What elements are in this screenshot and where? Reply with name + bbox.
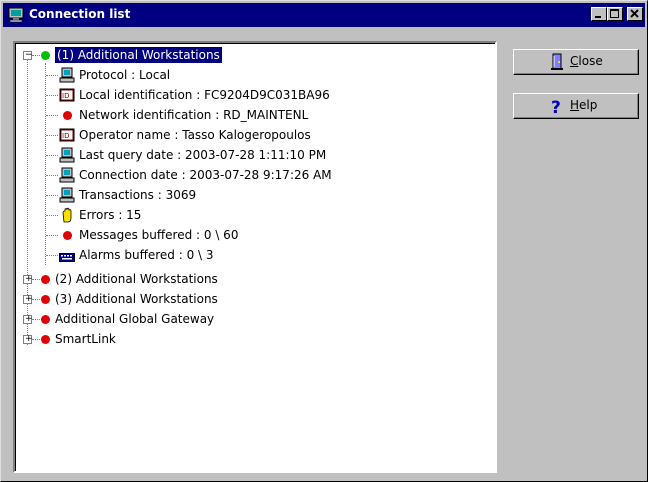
expand-toggle[interactable]: + <box>23 315 33 324</box>
computer-icon <box>59 67 75 83</box>
tree-node-label: (3) Additional Workstations <box>55 292 218 306</box>
red-status-icon <box>41 315 50 324</box>
expand-toggle[interactable]: + <box>23 295 33 304</box>
tree-connector <box>46 95 58 96</box>
tree-connector <box>46 115 58 116</box>
tree-connector <box>32 319 40 320</box>
question-mark-icon: ? <box>551 98 561 115</box>
red-status-icon <box>41 335 50 344</box>
svg-text:ID: ID <box>62 132 69 140</box>
svg-text:?: ? <box>551 98 561 115</box>
expand-toggle[interactable]: + <box>23 335 33 344</box>
maximize-button[interactable] <box>607 7 623 21</box>
title-bar[interactable]: Connection list <box>3 3 645 27</box>
tree-child-label: Operator name : Tasso Kalogeropoulos <box>79 128 311 142</box>
tree-connector <box>32 55 40 56</box>
red-status-icon <box>63 231 72 240</box>
accelerator-key: H <box>570 98 580 112</box>
id-card-icon: ID <box>59 128 75 142</box>
keyboard-icon <box>59 253 75 262</box>
tree-connector <box>32 299 40 300</box>
id-card-icon: ID <box>59 88 75 102</box>
tree-connector <box>46 75 58 76</box>
tree-child-label: Protocol : Local <box>79 68 171 82</box>
tree-node-workstation-1[interactable]: − (1) Additional Workstations <box>15 47 495 63</box>
tree-child-label: Local identification : FC9204D9C031BA96 <box>79 88 330 102</box>
computer-icon <box>59 147 75 163</box>
tree-connector <box>46 195 58 196</box>
minimize-icon <box>595 16 601 18</box>
tree-connector <box>46 175 58 176</box>
tree-child-label: Errors : 15 <box>79 208 142 222</box>
warning-hand-icon <box>62 207 72 223</box>
tree-connector <box>46 155 58 156</box>
collapse-toggle[interactable]: − <box>23 51 33 60</box>
minimize-button[interactable] <box>591 7 607 21</box>
tree-node-label: Additional Global Gateway <box>55 312 215 326</box>
close-button-label: Close <box>570 54 603 68</box>
tree-child-label: Messages buffered : 0 \ 60 <box>79 228 239 242</box>
help-button[interactable]: ? Help <box>513 93 639 119</box>
tree-connector <box>32 339 40 340</box>
tree-connector <box>46 215 58 216</box>
red-status-icon <box>63 111 72 120</box>
label-text: elp <box>579 98 598 112</box>
tree-connector <box>46 135 58 136</box>
green-status-icon <box>41 51 50 60</box>
tree-child-label: Connection date : 2003-07-28 9:17:26 AM <box>79 168 332 182</box>
connection-list-window: Connection list − (1) Additional Worksta… <box>0 0 648 482</box>
tree-connector <box>32 279 40 280</box>
close-window-button[interactable] <box>627 7 643 21</box>
expand-toggle[interactable]: + <box>23 275 33 284</box>
computer-icon <box>59 187 75 203</box>
tree-child-label: Last query date : 2003-07-28 1:11:10 PM <box>79 148 327 162</box>
tree-child-label: Alarms buffered : 0 \ 3 <box>79 248 214 262</box>
close-button[interactable]: Close <box>513 49 639 75</box>
tree-node-label: (2) Additional Workstations <box>55 272 218 286</box>
door-exit-icon <box>551 53 563 70</box>
red-status-icon <box>41 275 50 284</box>
label-text: lose <box>578 54 603 68</box>
tree-child-label: Transactions : 3069 <box>79 188 197 202</box>
connection-tree[interactable]: − (1) Additional Workstations Protocol :… <box>13 41 497 473</box>
help-button-label: Help <box>570 98 597 112</box>
close-icon <box>630 9 639 18</box>
tree-node-label: SmartLink <box>55 332 116 346</box>
computer-icon <box>59 167 75 183</box>
maximize-icon <box>610 9 619 18</box>
network-computer-icon <box>8 7 24 23</box>
tree-connector <box>46 235 58 236</box>
tree-node-label: (1) Additional Workstations <box>55 47 222 63</box>
tree-child-label: Network identification : RD_MAINTENL <box>79 108 309 122</box>
tree-connector <box>46 255 58 256</box>
window-title: Connection list <box>29 7 131 21</box>
svg-text:ID: ID <box>62 92 69 100</box>
red-status-icon <box>41 295 50 304</box>
